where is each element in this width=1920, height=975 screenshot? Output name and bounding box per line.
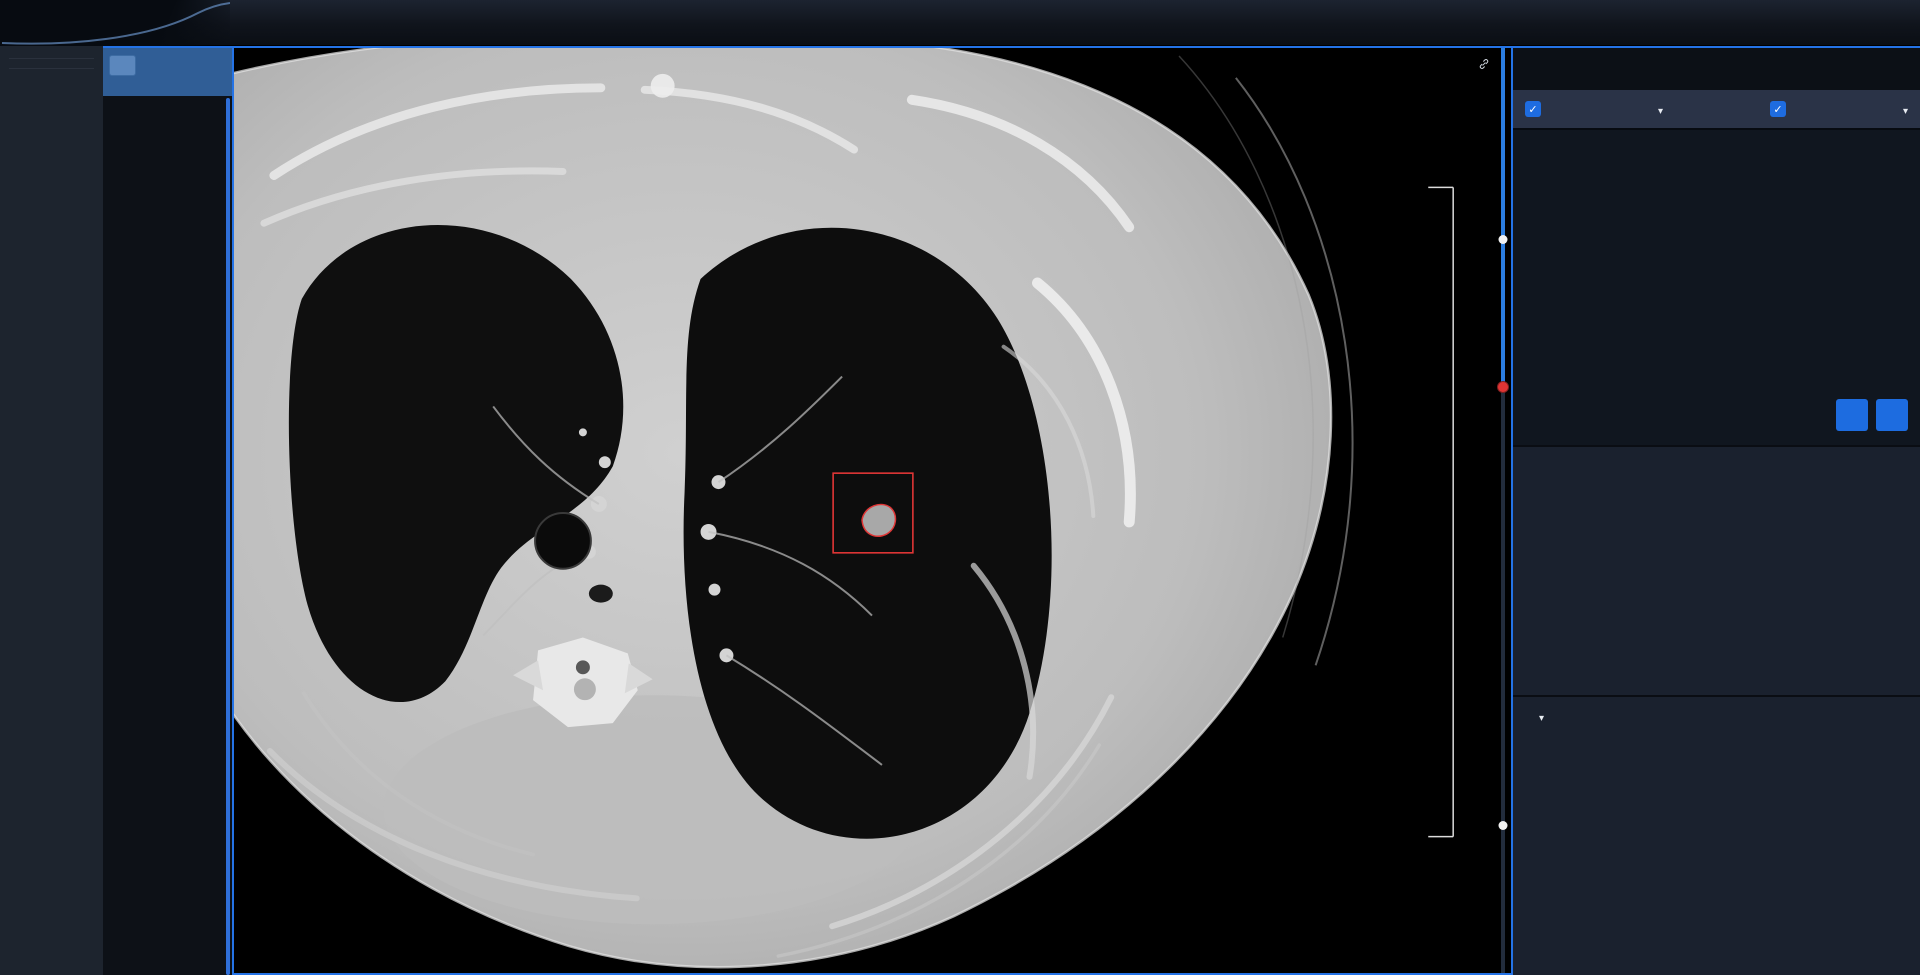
top-toolbar: [0, 0, 1920, 46]
left-tool-sidebar: [0, 46, 103, 975]
open-study-button[interactable]: [109, 55, 136, 76]
findings-tabs: [1513, 48, 1920, 90]
thumbnail-scrollbar[interactable]: [226, 98, 230, 975]
chevron-down-icon: ▾: [1539, 713, 1544, 724]
report-button[interactable]: [1836, 399, 1868, 431]
ct-viewport[interactable]: [232, 46, 1513, 975]
ct-image: [234, 48, 1511, 973]
sort-dropdown[interactable]: ▾: [1899, 101, 1908, 117]
nodule-marker-im184[interactable]: [1498, 821, 1507, 830]
nodule-filter-bar: ✓ ▾ ✓ ▾: [1513, 90, 1920, 128]
findings-panel: ✓ ▾ ✓ ▾ ▾: [1513, 46, 1920, 975]
slice-scrollbar[interactable]: [1498, 48, 1507, 973]
chevron-down-icon: ▾: [1903, 106, 1908, 117]
save-button[interactable]: [1876, 399, 1908, 431]
findings-section: [1513, 445, 1920, 695]
nodule-marker-im41[interactable]: [1498, 235, 1507, 244]
micro-nodule-checkbox[interactable]: ✓: [1770, 101, 1786, 117]
advice-section: ▾: [1513, 695, 1920, 975]
link-icon[interactable]: [1477, 57, 1491, 71]
current-slice-marker[interactable]: [1497, 381, 1509, 393]
logo-swoosh: [0, 0, 230, 46]
study-header: [103, 48, 232, 96]
app-logo: [0, 0, 230, 46]
chevron-down-icon: ▾: [1658, 106, 1663, 117]
density-dropdown[interactable]: ▾: [1654, 101, 1663, 117]
nodule-contour: [862, 504, 895, 536]
select-all-checkbox[interactable]: ✓: [1525, 101, 1541, 117]
guideline-dropdown[interactable]: ▾: [1535, 708, 1544, 725]
series-thumbnail-panel: [103, 46, 232, 975]
study-info-overlay: [1477, 54, 1491, 71]
